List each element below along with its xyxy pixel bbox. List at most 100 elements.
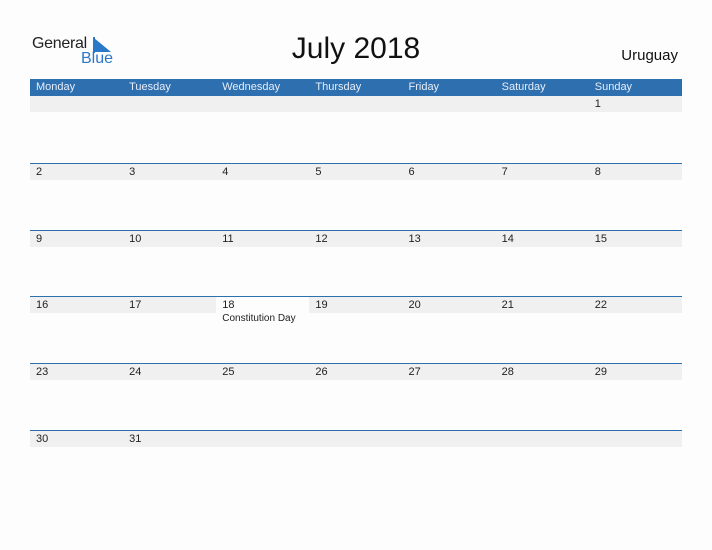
day-number [588,431,682,447]
day-cell: 8 [588,164,682,231]
day-cell: 9 [30,231,124,298]
day-cell [402,96,496,163]
day-number: 17 [123,297,217,313]
week-row: 23 24 25 26 27 28 29 [30,363,682,431]
day-cell: 1 [588,96,682,163]
day-number: 3 [123,164,217,180]
weekday-tuesday: Tuesday [129,81,171,93]
day-cell [495,431,589,498]
day-number: 20 [402,297,496,313]
day-number [402,96,496,112]
day-number: 30 [30,431,124,447]
day-number [309,431,403,447]
day-cell [123,96,217,163]
day-number: 28 [495,364,589,380]
day-number: 13 [402,231,496,247]
weekday-wednesday: Wednesday [222,81,281,93]
week-row: 30 31 [30,430,682,498]
weekday-saturday: Saturday [501,81,546,93]
day-cell [495,96,589,163]
day-cell: 20 [402,297,496,364]
day-cell: 28 [495,364,589,431]
day-number [402,431,496,447]
day-number: 7 [495,164,589,180]
week-row: 1 [30,96,682,163]
day-cell: 12 [309,231,403,298]
day-number [123,96,217,112]
day-number: 12 [309,231,403,247]
day-number: 2 [30,164,124,180]
day-cell: 5 [309,164,403,231]
day-cell: 7 [495,164,589,231]
day-number: 11 [216,231,310,247]
day-number: 16 [30,297,124,313]
day-number: 22 [588,297,682,313]
day-cell: 26 [309,364,403,431]
day-cell: 18 Constitution Day [216,297,310,364]
day-cell [402,431,496,498]
day-cell: 2 [30,164,124,231]
day-cell: 31 [123,431,217,498]
day-cell [216,96,310,163]
day-cell: 15 [588,231,682,298]
day-cell [309,431,403,498]
day-cell: 14 [495,231,589,298]
day-number [495,431,589,447]
day-cell [30,96,124,163]
day-number: 25 [216,364,310,380]
day-cell: 29 [588,364,682,431]
day-number: 24 [123,364,217,380]
day-cell: 13 [402,231,496,298]
day-number: 14 [495,231,589,247]
day-number: 19 [309,297,403,313]
day-number: 9 [30,231,124,247]
day-cell: 3 [123,164,217,231]
day-cell: 4 [216,164,310,231]
day-number: 23 [30,364,124,380]
day-number [495,96,589,112]
weekday-thursday: Thursday [315,81,362,93]
day-number: 21 [495,297,589,313]
day-cell [309,96,403,163]
weekday-friday: Friday [408,81,440,93]
day-cell: 30 [30,431,124,498]
weekday-sunday: Sunday [594,81,633,93]
day-number: 10 [123,231,217,247]
day-number: 1 [588,96,682,112]
day-cell: 17 [123,297,217,364]
day-number: 15 [588,231,682,247]
day-cell: 16 [30,297,124,364]
day-cell [216,431,310,498]
day-number: 5 [309,164,403,180]
day-cell: 24 [123,364,217,431]
day-cell: 27 [402,364,496,431]
day-number: 26 [309,364,403,380]
day-number [30,96,124,112]
day-cell: 23 [30,364,124,431]
day-cell: 22 [588,297,682,364]
holiday-label: Constitution Day [222,313,296,324]
day-cell: 11 [216,231,310,298]
day-cell: 10 [123,231,217,298]
day-number: 4 [216,164,310,180]
day-number [216,431,310,447]
day-number: 31 [123,431,217,447]
day-cell [588,431,682,498]
day-number: 8 [588,164,682,180]
day-number: 18 [216,297,310,313]
day-number: 6 [402,164,496,180]
weekday-header: Monday Tuesday Wednesday Thursday Friday… [30,79,682,96]
week-row: 2345678 [30,163,682,231]
day-cell: 19 [309,297,403,364]
day-number: 27 [402,364,496,380]
day-number [309,96,403,112]
day-cell: 6 [402,164,496,231]
country-label: Uruguay [621,47,678,64]
weekday-monday: Monday [36,81,76,93]
day-number [216,96,310,112]
day-cell: 25 [216,364,310,431]
day-cell: 21 [495,297,589,364]
week-row: 9 10 11 12 13 14 15 [30,230,682,298]
week-row: 16 17 18 Constitution Day 19 20 21 22 [30,296,682,364]
calendar-title: July 2018 [291,32,421,65]
